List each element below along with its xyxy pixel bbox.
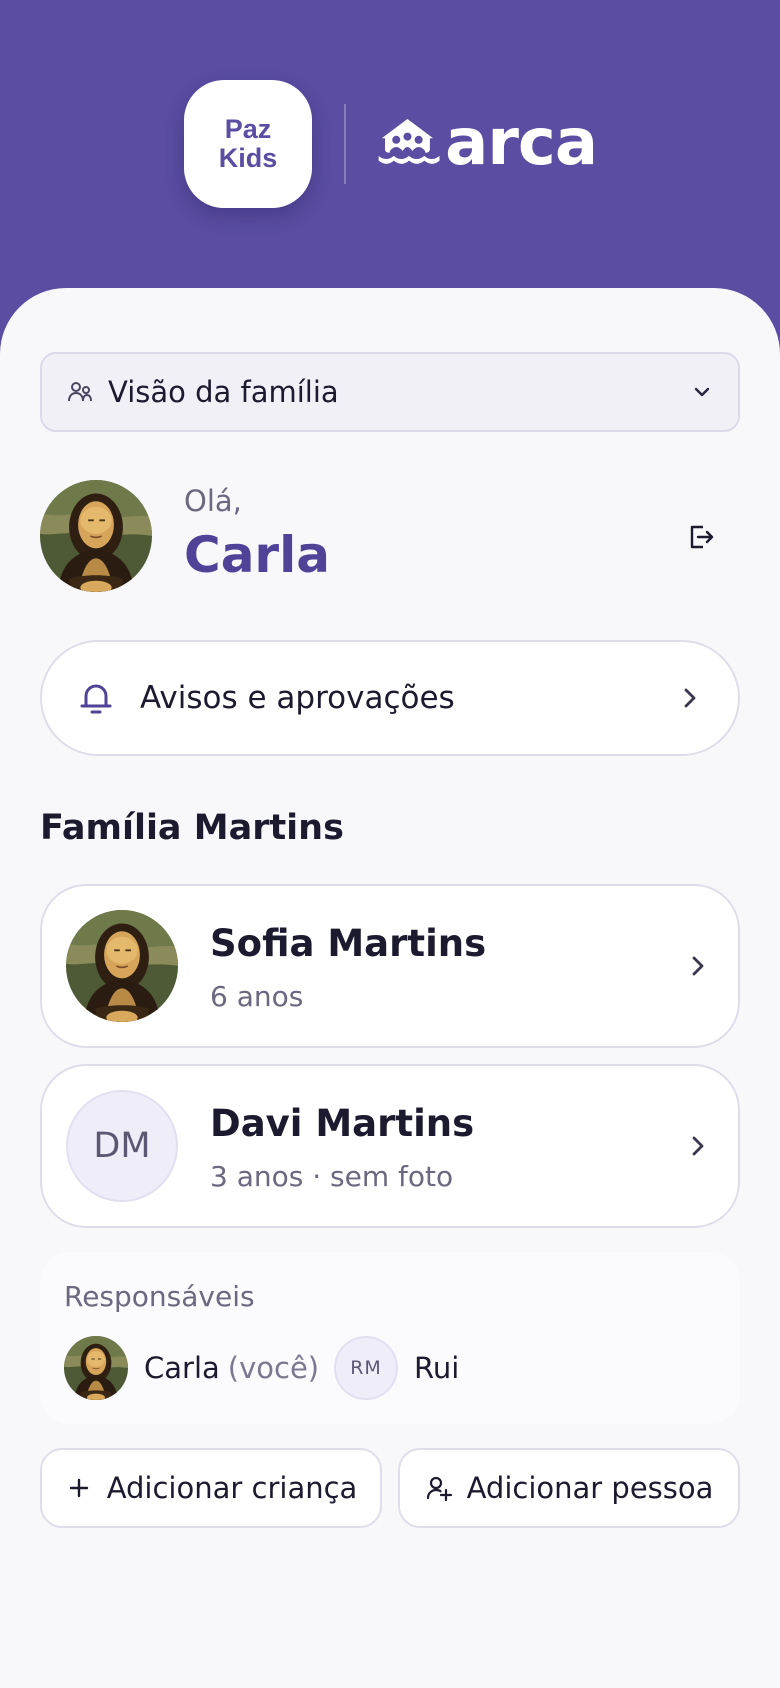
child-initials-avatar: DM — [66, 1090, 178, 1202]
guardian-name: Carla — [144, 1351, 220, 1385]
chevron-right-icon — [684, 688, 696, 708]
logo-divider — [344, 104, 346, 184]
child-card-sofia[interactable]: Sofia Martins 6 anos — [40, 884, 740, 1048]
add-person-button[interactable]: Adicionar pessoa — [398, 1448, 740, 1528]
family-view-select[interactable]: Visão da família — [40, 352, 740, 432]
child-name: Sofia Martins — [210, 922, 487, 965]
add-person-label: Adicionar pessoa — [466, 1471, 714, 1505]
child-photo — [66, 910, 178, 1022]
guardians-title: Responsáveis — [64, 1280, 255, 1313]
user-photo — [40, 480, 152, 592]
family-title: Família Martins — [40, 808, 344, 848]
chevron-down-icon — [694, 387, 710, 397]
add-child-label: Adicionar criança — [106, 1471, 358, 1505]
arca-logo: arca — [377, 106, 598, 180]
user-avatar[interactable] — [40, 480, 152, 592]
chevron-right-icon — [692, 956, 704, 976]
add-user-icon — [426, 1476, 452, 1502]
logout-button[interactable] — [676, 516, 726, 558]
bell-icon — [80, 684, 112, 714]
child-card-davi[interactable]: DM Davi Martins 3 anos · sem foto — [40, 1064, 740, 1228]
notices-approvals-card[interactable]: Avisos e aprovações — [40, 640, 740, 756]
logo-line-2: Kids — [218, 143, 278, 173]
add-child-button[interactable]: Adicionar criança — [40, 1448, 382, 1528]
logout-icon — [690, 525, 714, 549]
guardian-rui[interactable]: RM Rui — [334, 1336, 459, 1400]
family-view-label: Visão da família — [108, 375, 339, 409]
brand-name: arca — [445, 106, 598, 180]
greeting-name: Carla — [184, 526, 330, 584]
guardian-you-label: (você) — [227, 1351, 320, 1385]
child-age: 3 anos · sem foto — [210, 1160, 454, 1193]
guardian-name: Rui — [414, 1351, 460, 1385]
chevron-right-icon — [692, 1136, 704, 1156]
guardian-avatar — [64, 1336, 128, 1400]
notices-label: Avisos e aprovações — [140, 680, 455, 716]
logo-line-1: Paz — [224, 114, 272, 144]
guardian-photo — [64, 1336, 128, 1400]
ark-boat-icon — [378, 118, 440, 164]
family-icon — [68, 382, 92, 402]
guardians-box: Responsáveis Carla (você) RM Rui — [40, 1252, 740, 1424]
child-avatar — [66, 910, 178, 1022]
plus-icon — [69, 1478, 88, 1498]
child-age: 6 anos — [210, 980, 304, 1013]
guardian-initials-avatar: RM — [334, 1336, 398, 1400]
guardian-carla[interactable]: Carla (você) — [64, 1336, 319, 1400]
app-header: Paz Kids arca — [0, 0, 780, 330]
greeting-hello: Olá, — [184, 484, 242, 518]
paz-kids-logo: Paz Kids — [184, 80, 312, 208]
child-name: Davi Martins — [210, 1102, 475, 1145]
